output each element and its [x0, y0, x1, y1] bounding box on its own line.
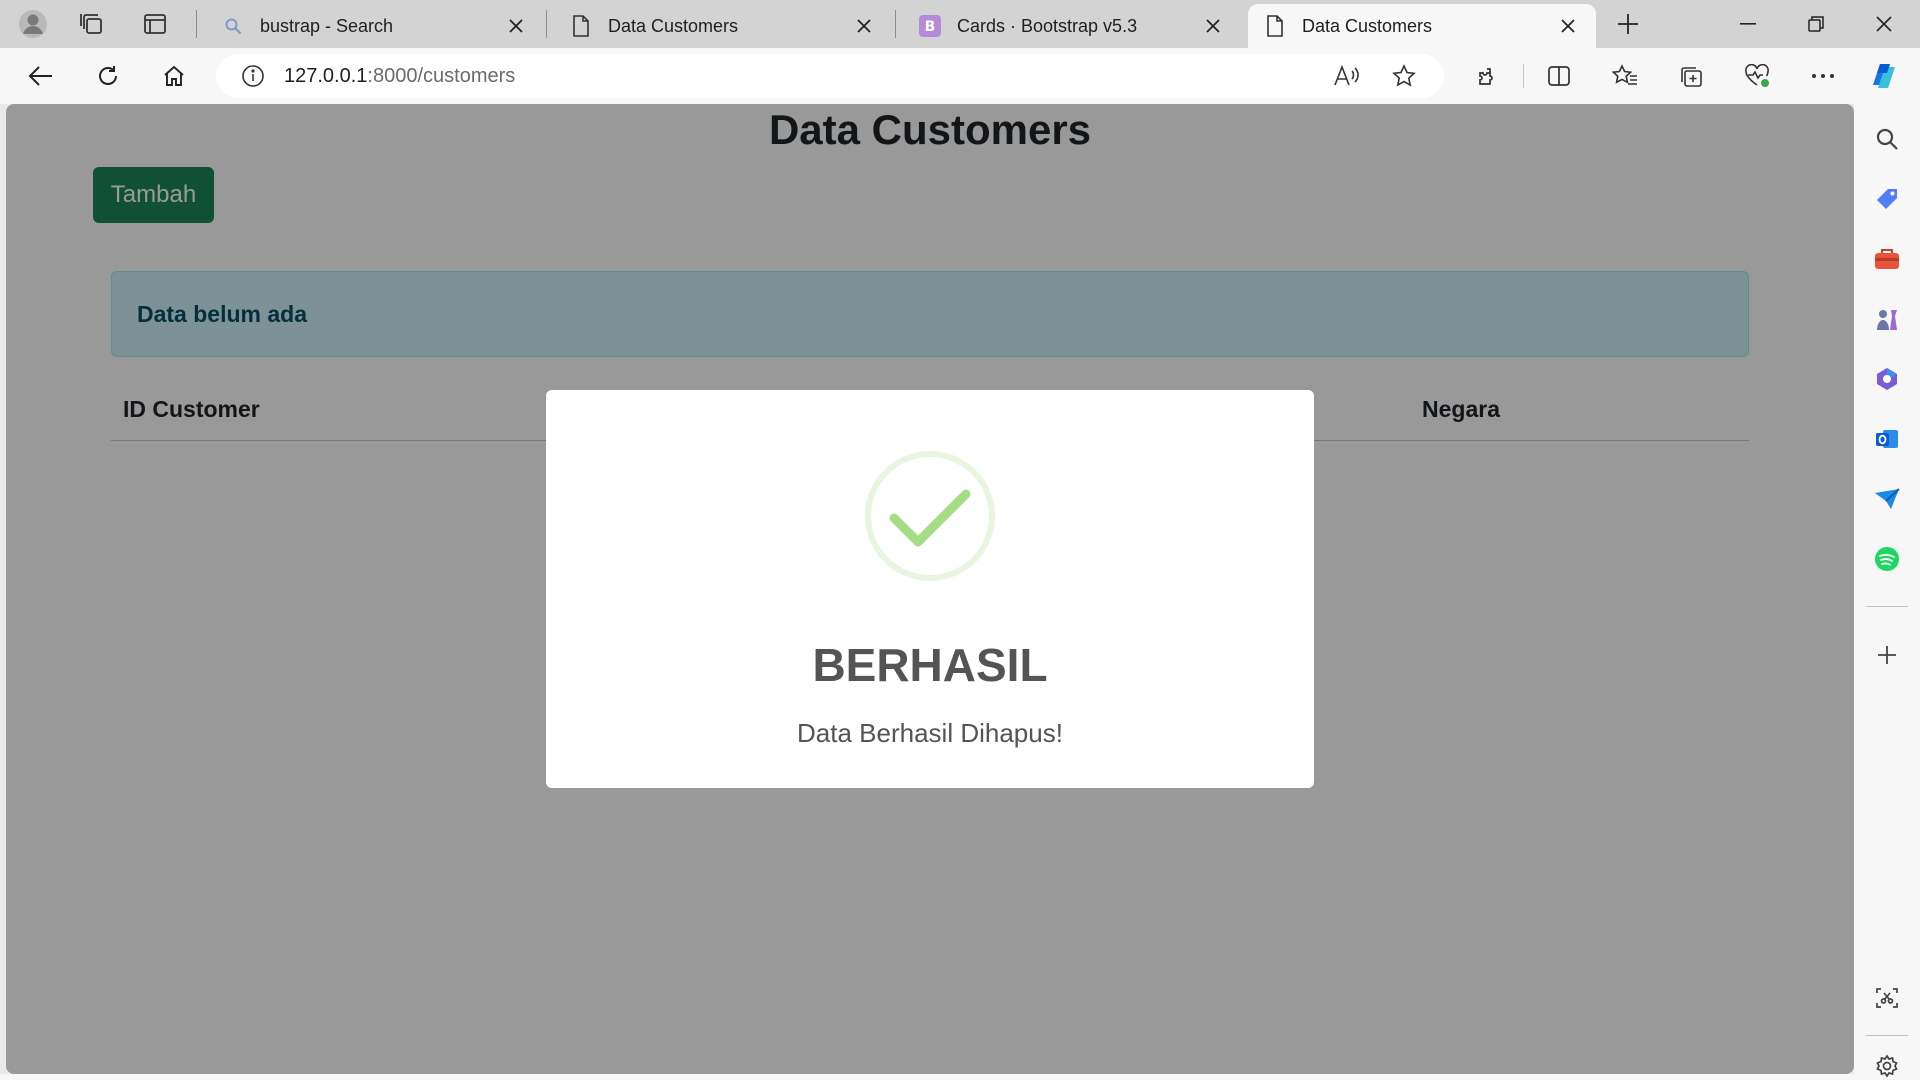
dialog-message: Data Berhasil Dihapus! [797, 718, 1063, 748]
split-screen-icon[interactable] [1537, 56, 1581, 96]
refresh-icon[interactable] [86, 56, 130, 96]
games-icon[interactable] [1865, 297, 1909, 341]
more-menu-icon[interactable] [1801, 56, 1845, 96]
address-toolbar: 127.0.0.1:8000/customers [0, 48, 1920, 104]
favorite-star-icon[interactable] [1384, 56, 1424, 96]
spotify-icon[interactable] [1865, 537, 1909, 581]
search-icon [222, 15, 244, 37]
url-path: :8000/customers [367, 64, 516, 87]
extensions-icon[interactable] [1466, 56, 1510, 96]
tab-strip: bustrap - Search Data Customers B Cards … [0, 0, 1920, 48]
minimize-icon[interactable] [1714, 0, 1782, 48]
close-tab-icon[interactable] [852, 14, 876, 38]
url-host: 127.0.0.1 [284, 64, 368, 87]
screenshot-icon[interactable] [1865, 976, 1909, 1020]
success-check-icon [865, 451, 995, 581]
restore-icon[interactable] [1782, 0, 1850, 48]
outlook-icon[interactable] [1865, 417, 1909, 461]
bootstrap-icon: B [919, 15, 941, 37]
browser-essentials-icon[interactable] [1735, 56, 1779, 96]
sidebar-search-icon[interactable] [1865, 117, 1909, 161]
tab-title: Cards · Bootstrap v5.3 [957, 15, 1138, 36]
copilot-icon[interactable] [1862, 56, 1906, 96]
send-icon[interactable] [1865, 477, 1909, 521]
tab-actions-icon[interactable] [135, 4, 175, 44]
page-viewport: Data Customers Tambah Data belum ada ID … [6, 104, 1854, 1074]
close-tab-icon[interactable] [1556, 14, 1580, 38]
collections-icon[interactable] [1669, 56, 1713, 96]
workspaces-icon[interactable] [72, 4, 112, 44]
tab-data-customers[interactable]: Data Customers [554, 4, 892, 48]
tab-title: Data Customers [608, 15, 739, 36]
new-tab-icon[interactable] [1608, 4, 1648, 44]
tools-briefcase-icon[interactable] [1865, 237, 1909, 281]
bootstrap-logo-letter: B [925, 19, 936, 35]
read-aloud-icon[interactable] [1326, 56, 1366, 96]
add-sidebar-app-icon[interactable] [1865, 633, 1909, 677]
home-icon[interactable] [152, 56, 196, 96]
favorites-icon[interactable] [1603, 56, 1647, 96]
site-info-icon[interactable] [240, 63, 266, 89]
close-tab-icon[interactable] [1201, 14, 1225, 38]
viewport-bottom-edge [0, 1074, 1854, 1080]
url-text[interactable]: 127.0.0.1:8000/customers [284, 65, 515, 88]
microsoft-365-icon[interactable] [1865, 357, 1909, 401]
tab-data-customers-active[interactable]: Data Customers [1248, 4, 1596, 48]
page-icon [1264, 15, 1286, 37]
address-bar[interactable]: 127.0.0.1:8000/customers [216, 54, 1444, 98]
shopping-tag-icon[interactable] [1865, 177, 1909, 221]
close-tab-icon[interactable] [504, 14, 528, 38]
tab-search[interactable]: bustrap - Search [206, 4, 544, 48]
back-icon[interactable] [19, 56, 63, 96]
tab-title: Data Customers [1302, 15, 1433, 36]
dialog-title: BERHASIL [812, 639, 1048, 691]
sidebar-settings-gear-icon[interactable] [1865, 1044, 1909, 1080]
close-window-icon[interactable] [1850, 0, 1918, 48]
tab-bootstrap-cards[interactable]: B Cards · Bootstrap v5.3 [903, 4, 1241, 48]
success-dialog: BERHASIL Data Berhasil Dihapus! [546, 390, 1314, 788]
tab-title: bustrap - Search [260, 15, 394, 36]
edge-sidebar [1854, 104, 1920, 1080]
page-icon [570, 15, 592, 37]
profile-icon[interactable] [13, 4, 53, 44]
